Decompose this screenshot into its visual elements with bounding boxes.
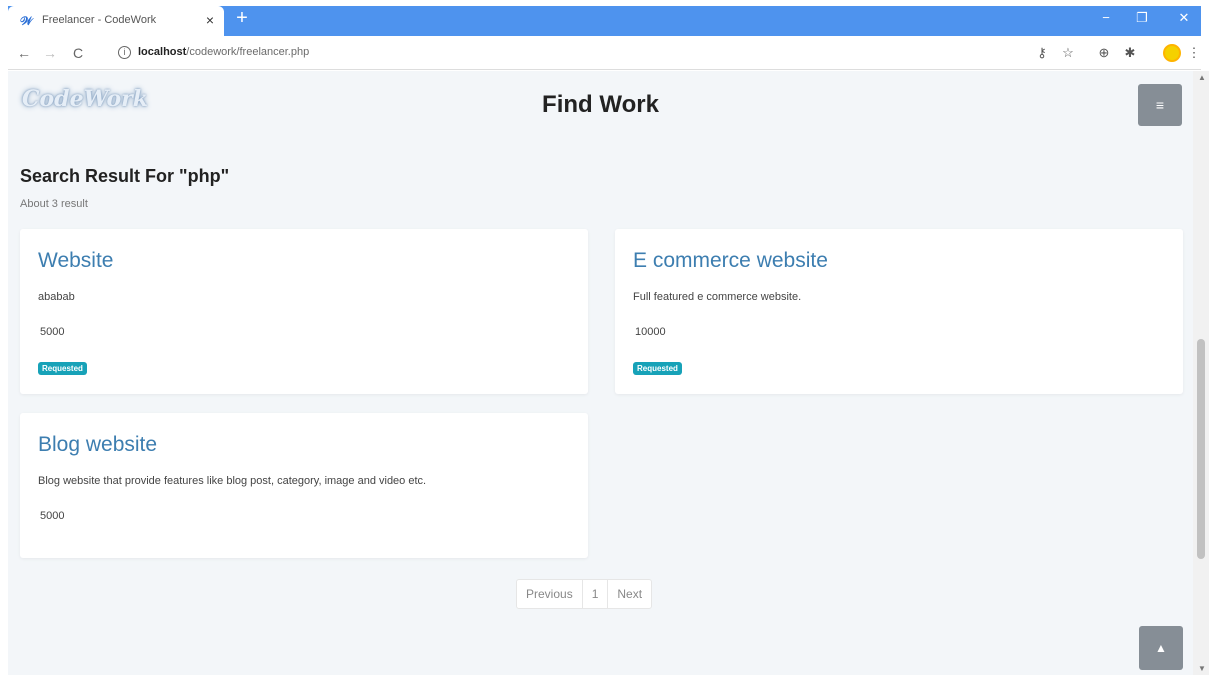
job-description: Blog website that provide features like … — [38, 475, 427, 487]
codework-favicon-icon: 𝒲 — [20, 14, 33, 28]
tab-title: Freelancer - CodeWork — [42, 14, 157, 26]
profile-avatar-icon[interactable] — [1163, 44, 1181, 62]
job-card[interactable]: Website ababab 5000 Requested — [20, 229, 588, 394]
url-path: /codework/freelancer.php — [186, 46, 310, 58]
browser-tab[interactable]: 𝒲 Freelancer - CodeWork × — [8, 6, 224, 36]
minimize-button[interactable]: − — [1098, 10, 1114, 25]
result-count: About 3 result — [20, 198, 88, 210]
pagination-previous[interactable]: Previous — [517, 580, 583, 608]
site-info-icon[interactable]: i — [118, 46, 131, 59]
extension-icon[interactable]: ⊕ — [1096, 45, 1112, 61]
key-icon[interactable]: ⚷ — [1034, 45, 1050, 61]
job-price: 5000 — [40, 510, 65, 522]
new-tab-button[interactable]: + — [232, 8, 252, 28]
star-icon[interactable]: ☆ — [1060, 45, 1076, 61]
job-title[interactable]: Blog website — [38, 433, 157, 457]
page-scrollbar[interactable]: ▲ ▼ — [1193, 71, 1209, 675]
menu-icon: ≡ — [1155, 97, 1165, 113]
menu-button[interactable]: ≡ — [1138, 84, 1182, 126]
forward-button[interactable]: → — [42, 45, 58, 61]
job-price: 5000 — [40, 326, 65, 338]
job-description: ababab — [38, 291, 75, 303]
maximize-button[interactable]: ❐ — [1134, 10, 1150, 26]
job-price: 10000 — [635, 326, 666, 338]
job-description: Full featured e commerce website. — [633, 291, 802, 303]
job-title[interactable]: E commerce website — [633, 249, 828, 273]
status-badge: Requested — [633, 362, 682, 375]
job-card[interactable]: E commerce website Full featured e comme… — [615, 229, 1183, 394]
page-title: Find Work — [542, 91, 659, 118]
chevron-up-icon: ▲ — [1155, 641, 1167, 655]
scroll-down-arrow-icon[interactable]: ▼ — [1198, 664, 1206, 673]
scroll-to-top-button[interactable]: ▲ — [1139, 626, 1183, 670]
more-menu-icon[interactable]: ⋮ — [1186, 45, 1202, 61]
url-host: localhost — [138, 46, 187, 58]
url-field[interactable]: localhost/codework/freelancer.php — [138, 46, 309, 58]
close-window-button[interactable]: ✕ — [1176, 10, 1192, 26]
back-button[interactable]: ← — [16, 45, 32, 61]
tab-close-icon[interactable]: × — [206, 12, 214, 28]
status-badge: Requested — [38, 362, 87, 375]
puzzle-icon[interactable]: ✱ — [1122, 45, 1138, 61]
pagination-page-1[interactable]: 1 — [583, 580, 609, 608]
search-result-heading: Search Result For "php" — [20, 166, 230, 186]
job-card[interactable]: Blog website Blog website that provide f… — [20, 413, 588, 558]
job-title[interactable]: Website — [38, 249, 113, 273]
scrollbar-thumb[interactable] — [1197, 339, 1205, 559]
pagination: Previous 1 Next — [516, 579, 653, 609]
address-bar: ← → C i localhost/codework/freelancer.ph… — [8, 36, 1201, 70]
pagination-next[interactable]: Next — [608, 580, 651, 608]
scroll-up-arrow-icon[interactable]: ▲ — [1198, 73, 1206, 82]
page-content: CodeWork Find Work ≡ Search Result For "… — [8, 71, 1193, 675]
reload-button[interactable]: C — [70, 45, 86, 61]
